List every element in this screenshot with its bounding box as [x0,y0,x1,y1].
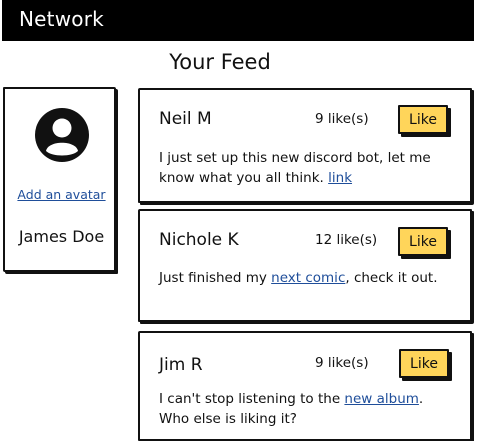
post-text: I can't stop listening to the [159,391,345,407]
post-link[interactable]: next comic [271,270,345,286]
post-link[interactable]: new album [344,391,419,407]
post-author[interactable]: Neil M [159,109,212,129]
post-body: I can't stop listening to the new album.… [159,389,449,429]
feed-post: Jim R 9 like(s) Like I can't stop listen… [138,331,472,441]
post-link[interactable]: link [328,170,352,186]
feed-post: Neil M 9 like(s) Like I just set up this… [138,88,472,203]
add-avatar-link[interactable]: Add an avatar [5,187,118,202]
user-avatar-icon [34,107,90,163]
like-button[interactable]: Like [398,105,448,134]
post-body: I just set up this new discord bot, let … [159,148,449,188]
post-like-count: 12 like(s) [315,232,378,248]
post-author[interactable]: Nichole K [159,230,239,250]
post-text: I just set up this new discord bot, let … [159,150,431,186]
feed-post: Nichole K 12 like(s) Like Just finished … [138,209,472,322]
post-author[interactable]: Jim R [159,355,203,375]
brand-title[interactable]: Network [19,7,104,31]
top-navbar: Network [2,0,474,41]
post-like-count: 9 like(s) [315,111,369,127]
like-button[interactable]: Like [399,349,449,378]
page-title: Your Feed [169,50,271,74]
post-body: Just finished my next comic, check it ou… [159,268,449,288]
post-text: Just finished my [159,270,272,286]
post-like-count: 9 like(s) [315,355,369,371]
post-text-tail: , check it out. [345,270,438,286]
profile-name: James Doe [18,227,105,246]
profile-card: Add an avatar James Doe [3,87,116,272]
like-button[interactable]: Like [398,227,448,256]
